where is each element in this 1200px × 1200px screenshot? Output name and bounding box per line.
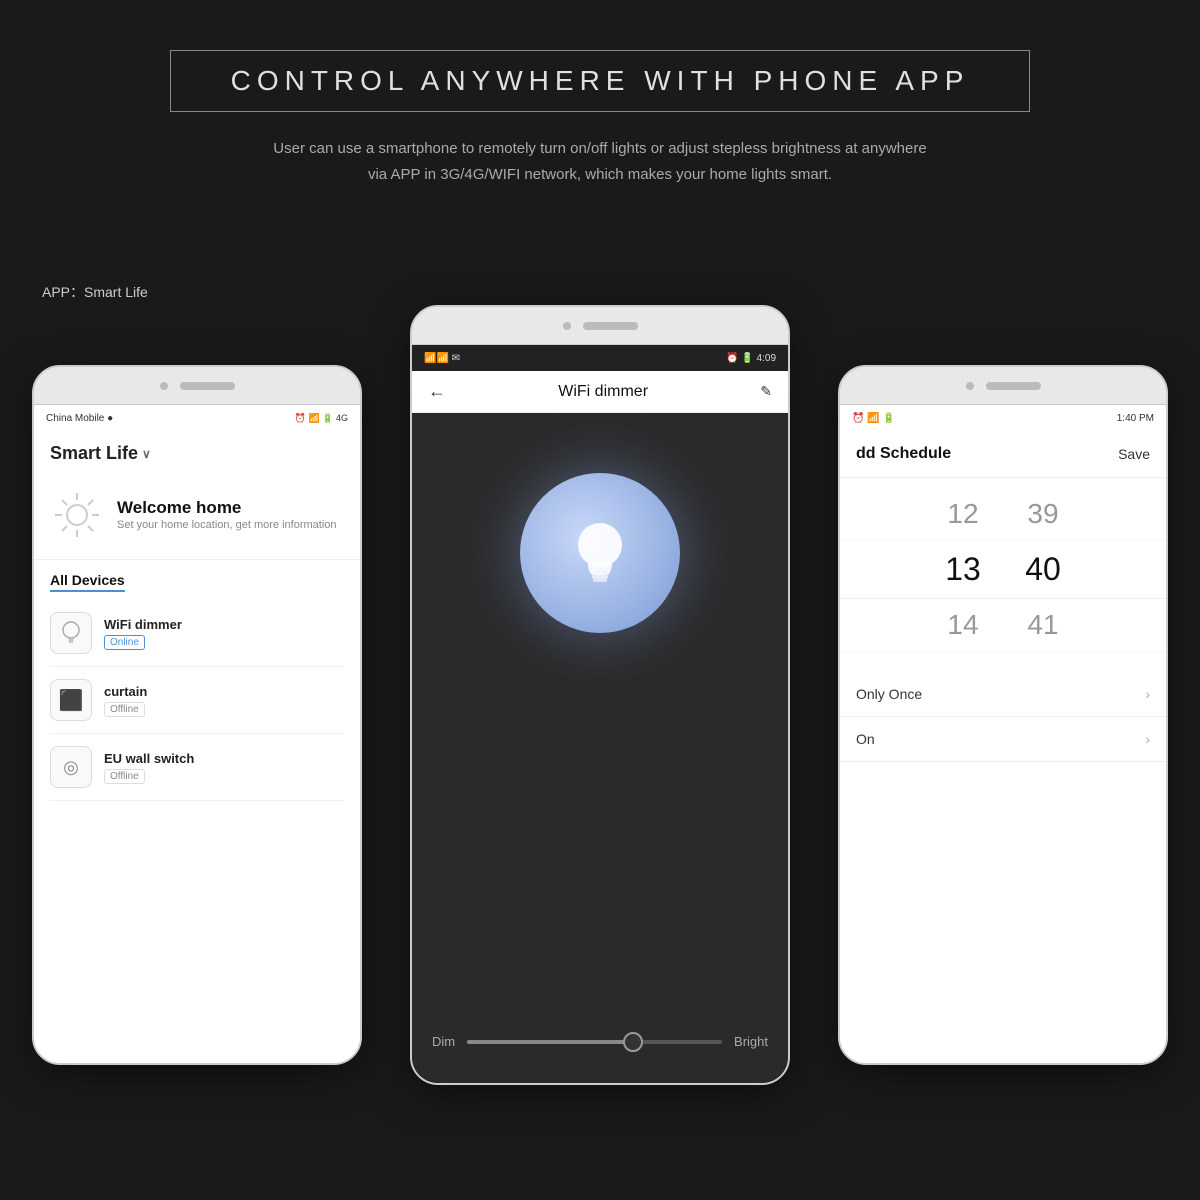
device-item-curtain[interactable]: ⬛ curtain Offline [50,667,344,734]
device-info-curtain: curtain Offline [104,684,147,717]
time-hour-1: 12 [938,498,988,530]
device-icon-switch: ◎ [50,746,92,788]
left-status-right: ⏰ 📶 🔋 4G [295,413,348,424]
time-minute-3: 41 [1018,609,1068,641]
phones-container: China Mobile ● ⏰ 📶 🔋 4G Smart Life ∨ [0,305,1200,1175]
right-speaker [986,382,1041,390]
frequency-chevron-icon: › [1145,686,1150,702]
right-status-right: 1:40 PM [1117,413,1154,424]
devices-title: All Devices [50,572,125,592]
welcome-text: Welcome home Set your home location, get… [117,498,337,533]
schedule-time-picker: 12 39 13 40 14 41 [840,478,1166,662]
schedule-option-action[interactable]: On › [840,717,1166,762]
right-phone: ⏰ 📶 🔋 1:40 PM dd Schedule Save 12 39 13 … [838,365,1168,1065]
middle-speaker [583,322,638,330]
welcome-section: Welcome home Set your home location, get… [34,472,360,560]
smart-life-header: Smart Life ∨ [34,431,360,472]
time-row-3: 14 41 [840,599,1166,652]
speaker [180,382,235,390]
schedule-header: dd Schedule Save [840,431,1166,478]
wifi-dimmer-content: Dim Bright [412,413,788,1083]
welcome-subtitle: Set your home location, get more informa… [117,518,337,533]
middle-phone-top-bar [412,307,788,345]
smart-life-title: Smart Life ∨ [50,443,344,464]
device-status-wifi: Online [104,635,145,650]
bulb-icon-small [59,619,83,647]
sun-icon [50,488,105,543]
schedule-options: Only Once › On › [840,672,1166,762]
middle-status-left: 📶📶 ✉ [424,353,460,364]
right-camera-dot [966,382,974,390]
middle-status-bar: 📶📶 ✉ ⏰ 🔋 4:09 [412,345,788,371]
left-phone-top-bar [34,367,360,405]
device-name-curtain: curtain [104,684,147,699]
title-border: CONTROL ANYWHERE WITH PHONE APP [170,50,1031,112]
switch-icon: ◎ [63,757,79,778]
device-status-curtain: Offline [104,702,145,717]
back-arrow-icon[interactable]: ← [428,381,446,402]
time-row-2: 13 40 [840,541,1166,599]
device-icon-wifi [50,612,92,654]
light-bulb-circle[interactable] [520,473,680,633]
device-name-wifi: WiFi dimmer [104,617,182,632]
device-info-wifi: WiFi dimmer Online [104,617,182,650]
subtitle: User can use a smartphone to remotely tu… [190,136,1010,187]
header-section: CONTROL ANYWHERE WITH PHONE APP User can… [0,0,1200,207]
left-status-left: China Mobile ● [46,413,113,424]
time-hour-3: 14 [938,609,988,641]
frequency-label: Only Once [856,686,922,702]
device-item-wifi[interactable]: WiFi dimmer Online [50,600,344,667]
left-phone-content: Smart Life ∨ [34,431,360,1063]
right-phone-content: dd Schedule Save 12 39 13 40 14 41 [840,431,1166,1063]
right-phone-top-bar [840,367,1166,405]
dim-label: Dim [432,1034,455,1049]
middle-phone: 📶📶 ✉ ⏰ 🔋 4:09 ← WiFi dimmer ✎ [410,305,790,1085]
wifi-header: ← WiFi dimmer ✎ [412,371,788,413]
slider-thumb[interactable] [623,1032,643,1052]
device-status-switch: Offline [104,769,145,784]
dim-slider-row: Dim Bright [432,1034,768,1049]
curtain-icon: ⬛ [59,688,84,713]
middle-status-right: ⏰ 🔋 4:09 [726,353,776,364]
brightness-slider[interactable] [467,1040,722,1044]
slider-fill [467,1040,633,1044]
schedule-option-frequency[interactable]: Only Once › [840,672,1166,717]
middle-camera-dot [563,322,571,330]
time-minute-1: 39 [1018,498,1068,530]
sun-svg-graphic [50,488,105,543]
right-status-bar: ⏰ 📶 🔋 1:40 PM [840,405,1166,431]
page-title: CONTROL ANYWHERE WITH PHONE APP [231,65,970,97]
wifi-dimmer-title: WiFi dimmer [558,383,648,401]
action-label: On [856,731,875,747]
edit-icon[interactable]: ✎ [760,383,772,400]
right-status-left: ⏰ 📶 🔋 [852,413,895,424]
time-hour-2: 13 [938,551,988,588]
device-item-switch[interactable]: ◎ EU wall switch Offline [50,734,344,801]
middle-phone-content: ← WiFi dimmer ✎ Dim [412,371,788,1083]
camera-dot [160,382,168,390]
device-info-switch: EU wall switch Offline [104,751,194,784]
action-chevron-icon: › [1145,731,1150,747]
app-label: APP：Smart Life [42,282,148,302]
left-status-bar: China Mobile ● ⏰ 📶 🔋 4G [34,405,360,431]
time-minute-2: 40 [1018,551,1068,588]
welcome-title: Welcome home [117,498,337,518]
device-icon-curtain: ⬛ [50,679,92,721]
bulb-svg [560,513,640,593]
left-phone: China Mobile ● ⏰ 📶 🔋 4G Smart Life ∨ [32,365,362,1065]
smart-life-chevron[interactable]: ∨ [142,447,151,461]
schedule-title: dd Schedule [856,445,951,463]
bright-label: Bright [734,1034,768,1049]
device-name-switch: EU wall switch [104,751,194,766]
time-row-1: 12 39 [840,488,1166,541]
devices-section: All Devices WiFi dimmer Online [34,560,360,813]
schedule-save[interactable]: Save [1118,446,1150,462]
